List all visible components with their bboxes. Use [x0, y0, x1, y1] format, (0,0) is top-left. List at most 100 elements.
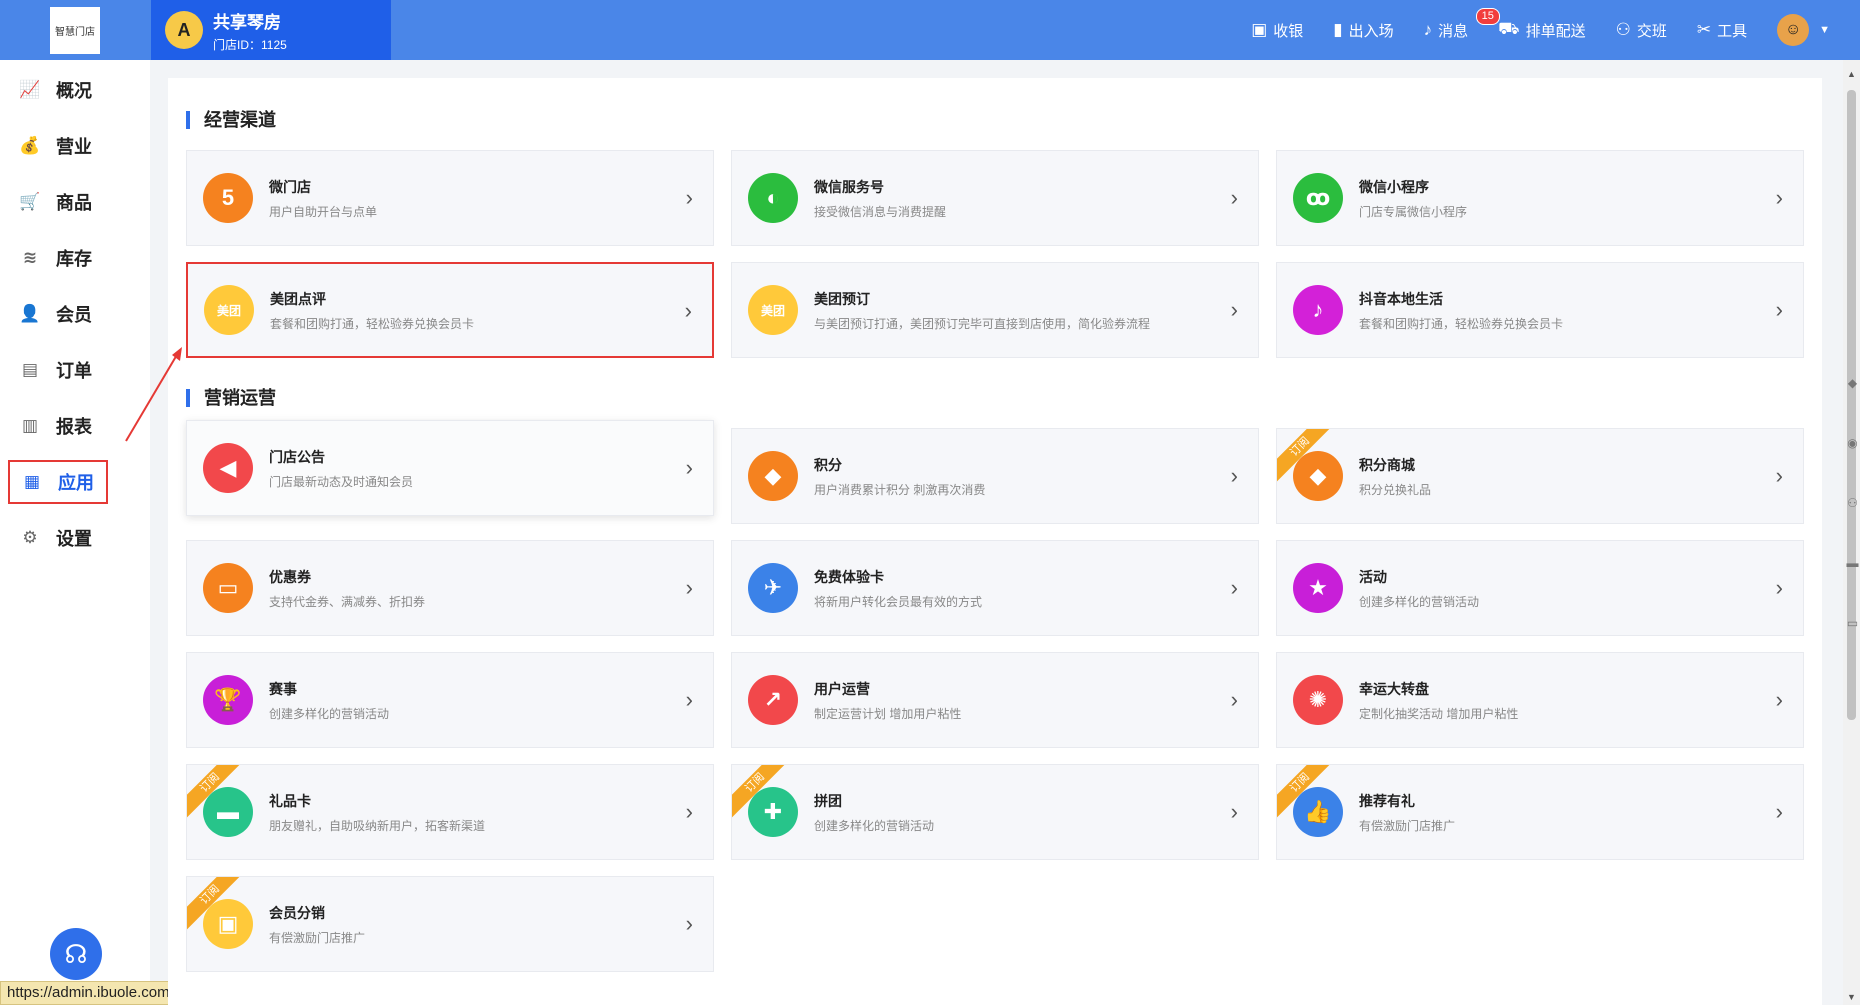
sidebar-item-label: 订单 [56, 361, 92, 381]
handover-icon: ⚇ [1615, 20, 1631, 39]
chevron-right-icon: › [1230, 463, 1238, 488]
card-title: 会员分销 [269, 904, 325, 921]
activity-icon: ★ [1293, 563, 1343, 613]
door-icon: ▮ [1333, 20, 1343, 39]
sidebar-item-business[interactable]: 💰 营业 [8, 124, 108, 168]
sidebar-item-goods[interactable]: 🛒 商品 [8, 180, 108, 224]
sidebar-item-settings[interactable]: ⚙ 设置 [8, 516, 108, 560]
card-title: 优惠券 [269, 568, 311, 585]
user-operation-icon: ↗ [748, 675, 798, 725]
app-card-meituan-booking[interactable]: 美团 美团预订 与美团预订打通，美团预订完毕可直接到店使用，简化验券流程 › [731, 262, 1259, 358]
app-card-user-operation[interactable]: ↗ 用户运营 制定运营计划 增加用户粘性 › [731, 652, 1259, 748]
order-icon: ▤ [21, 360, 39, 379]
chevron-right-icon: › [684, 298, 692, 323]
top-menu-label: 工具 [1717, 22, 1748, 40]
top-menu-label: 收银 [1273, 22, 1304, 40]
app-card-trial-card[interactable]: ✈ 免费体验卡 将新用户转化会员最有效的方式 › [731, 540, 1259, 636]
top-menu-cashier[interactable]: ▣ 收银 [1251, 20, 1303, 41]
float-tool-icon[interactable]: ◆ [1845, 376, 1860, 390]
top-menu: ▣ 收银 ▮ 出入场 ♪ 消息 15 ⛟ 排单配送 ⚇ 交班 ✂ 工具 ☺ ▼ [1221, 0, 1830, 60]
card-desc: 套餐和团购打通，轻松验券兑换会员卡 [270, 316, 475, 331]
card-desc: 有偿激励门店推广 [1359, 818, 1456, 833]
chevron-right-icon: › [1775, 799, 1783, 824]
card-desc: 与美团预订打通，美团预订完毕可直接到店使用，简化验券流程 [814, 316, 1151, 331]
app-logo[interactable]: 智慧门店 [50, 7, 100, 54]
top-menu-label: 出入场 [1348, 22, 1394, 40]
sidebar-item-label: 报表 [56, 417, 92, 437]
top-menu-handover[interactable]: ⚇ 交班 [1616, 20, 1667, 41]
chevron-right-icon: › [1775, 463, 1783, 488]
app-card-tournament[interactable]: 🏆 赛事 创建多样化的营销活动 › [186, 652, 714, 748]
float-tool-icon[interactable]: ▬ [1845, 556, 1860, 570]
app-card-group-buy[interactable]: 订阅 ✚ 拼团 创建多样化的营销活动 › [731, 764, 1259, 860]
store-avatar: A [165, 11, 203, 49]
section-title-channels: 经营渠道 [186, 111, 276, 129]
float-tool-icon[interactable]: ▭ [1845, 616, 1860, 630]
app-card-points[interactable]: ◆ 积分 用户消费累计积分 刺激再次消费 › [731, 428, 1259, 524]
sidebar-item-members[interactable]: 👤 会员 [8, 292, 108, 336]
sidebar-item-label: 应用 [58, 473, 94, 493]
top-menu-entry-exit[interactable]: ▮ 出入场 [1333, 20, 1393, 41]
tools-icon: ✂ [1696, 20, 1712, 39]
sidebar: 📈 概况 💰 营业 🛒 商品 ≋ 库存 👤 会员 ▤ 订单 ▥ 报表 ▦ 应用 ⚙ 设置 [0, 60, 150, 1005]
chevron-right-icon: › [685, 911, 693, 936]
user-avatar[interactable]: ☺ [1777, 14, 1810, 46]
customer-support-button[interactable]: ☊ [50, 928, 102, 980]
scroll-up-arrow[interactable]: ▲ [1843, 66, 1860, 82]
sidebar-item-apps[interactable]: ▦ 应用 [8, 460, 108, 504]
html5-icon: 5 [203, 173, 253, 223]
message-count-badge: 15 [1475, 7, 1500, 25]
lucky-wheel-icon: ✺ [1293, 675, 1343, 725]
page-scrollbar[interactable]: ▲ ▼ [1843, 60, 1860, 1005]
card-title: 推荐有礼 [1359, 792, 1415, 809]
sidebar-item-label: 概况 [56, 81, 92, 101]
sidebar-item-overview[interactable]: 📈 概况 [8, 68, 108, 112]
app-card-referral[interactable]: 订阅 👍 推荐有礼 有偿激励门店推广 › [1276, 764, 1804, 860]
chevron-right-icon: › [685, 799, 693, 824]
app-card-member-distribution[interactable]: 订阅 ▣ 会员分销 有偿激励门店推广 › [186, 876, 714, 972]
group-buy-icon: ✚ [748, 787, 798, 837]
float-tool-icon[interactable]: ⚇ [1845, 496, 1860, 510]
top-menu-label: 排单配送 [1525, 22, 1586, 40]
app-card-lucky-wheel[interactable]: ✺ 幸运大转盘 定制化抽奖活动 增加用户粘性 › [1276, 652, 1804, 748]
card-title: 用户运营 [814, 680, 870, 697]
top-menu-messages[interactable]: ♪ 消息 15 [1423, 7, 1500, 41]
card-desc: 创建多样化的营销活动 [269, 706, 390, 721]
chevron-right-icon: › [1775, 185, 1783, 210]
sidebar-item-reports[interactable]: ▥ 报表 [8, 404, 108, 448]
megaphone-icon: ◀ [203, 443, 253, 493]
chevron-right-icon: › [685, 575, 693, 600]
user-avatar-icon: ☺ [1784, 21, 1802, 38]
app-card-activity[interactable]: ★ 活动 创建多样化的营销活动 › [1276, 540, 1804, 636]
app-card-meituan-dianping[interactable]: 美团 美团点评 套餐和团购打通，轻松验券兑换会员卡 › [186, 262, 714, 358]
card-desc: 用户自助开台与点单 [269, 204, 378, 219]
card-title: 免费体验卡 [814, 568, 884, 585]
app-card-douyin[interactable]: ♪ 抖音本地生活 套餐和团购打通，轻松验券兑换会员卡 › [1276, 262, 1804, 358]
sidebar-item-orders[interactable]: ▤ 订单 [8, 348, 108, 392]
store-switcher[interactable]: A 共享琴房 门店ID：1125 [151, 0, 391, 60]
card-title: 积分 [814, 456, 842, 473]
layers-icon: ≋ [22, 248, 38, 267]
card-desc: 用户消费累计积分 刺激再次消费 [814, 482, 986, 497]
app-card-micro-store[interactable]: 5 微门店 用户自助开台与点单 › [186, 150, 714, 246]
sidebar-item-label: 营业 [56, 137, 92, 157]
chevron-down-icon[interactable]: ▼ [1819, 24, 1830, 36]
scroll-down-arrow[interactable]: ▼ [1843, 989, 1860, 1005]
app-card-store-notice[interactable]: ◀ 门店公告 门店最新动态及时通知会员 › [186, 420, 714, 516]
top-menu-tools[interactable]: ✂ 工具 [1697, 20, 1747, 41]
top-menu-dispatch[interactable]: ⛟ 排单配送 [1498, 19, 1585, 41]
float-tool-icon[interactable]: ◉ [1845, 436, 1860, 450]
chevron-right-icon: › [1775, 297, 1783, 322]
bell-icon: ♪ [1423, 20, 1433, 39]
card-desc: 创建多样化的营销活动 [1359, 594, 1480, 609]
app-card-coupon[interactable]: ▭ 优惠券 支持代金券、满减券、折扣券 › [186, 540, 714, 636]
chevron-right-icon: › [1230, 799, 1238, 824]
headset-icon: ☊ [64, 938, 88, 969]
app-card-gift-card[interactable]: 订阅 ▬ 礼品卡 朋友赠礼，自助吸纳新用户，拓客新渠道 › [186, 764, 714, 860]
app-card-wechat-miniprogram[interactable]: ꝏ 微信小程序 门店专属微信小程序 › [1276, 150, 1804, 246]
app-card-points-mall[interactable]: 订阅 ◆ 积分商城 积分兑换礼品 › [1276, 428, 1804, 524]
sidebar-item-inventory[interactable]: ≋ 库存 [8, 236, 108, 280]
card-desc: 积分兑换礼品 [1359, 482, 1432, 497]
sidebar-item-label: 商品 [56, 193, 92, 213]
app-card-wechat-service[interactable]: ◐ 微信服务号 接受微信消息与消费提醒 › [731, 150, 1259, 246]
